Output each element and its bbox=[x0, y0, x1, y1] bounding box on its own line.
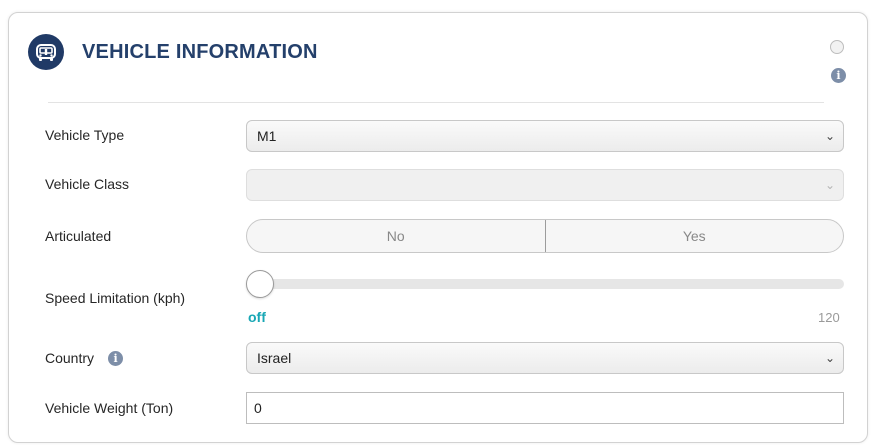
vehicle-icon bbox=[28, 34, 64, 70]
chevron-down-icon: ⌄ bbox=[824, 178, 835, 192]
speed-limitation-slider-thumb[interactable] bbox=[246, 270, 274, 298]
country-label-row: Country i bbox=[45, 350, 124, 366]
panel-radio-button[interactable] bbox=[830, 40, 844, 54]
articulated-toggle[interactable]: No Yes bbox=[246, 219, 844, 253]
articulated-label: Articulated bbox=[45, 228, 112, 244]
country-label: Country bbox=[45, 350, 95, 366]
vehicle-weight-input[interactable]: 0 bbox=[246, 392, 844, 424]
header-divider bbox=[48, 102, 824, 103]
articulated-option-yes[interactable]: Yes bbox=[546, 220, 844, 252]
vehicle-type-label: Vehicle Type bbox=[45, 127, 125, 143]
speed-limitation-value: off bbox=[248, 309, 266, 325]
info-icon[interactable]: i bbox=[108, 350, 124, 366]
panel-header: VEHICLE INFORMATION bbox=[28, 32, 318, 72]
country-value: Israel bbox=[257, 350, 292, 366]
vehicle-weight-label: Vehicle Weight (Ton) bbox=[45, 400, 174, 416]
speed-limitation-max: 120 bbox=[818, 310, 840, 325]
speed-limitation-label: Speed Limitation (kph) bbox=[45, 290, 186, 306]
vehicle-type-value: M1 bbox=[257, 128, 277, 144]
articulated-option-no[interactable]: No bbox=[247, 220, 546, 252]
chevron-down-icon: ⌄ bbox=[824, 351, 835, 365]
chevron-down-icon: ⌄ bbox=[824, 129, 835, 143]
info-icon[interactable]: i bbox=[831, 68, 846, 83]
vehicle-type-select[interactable]: M1 ⌄ bbox=[246, 120, 844, 152]
vehicle-class-select[interactable]: ⌄ bbox=[246, 169, 844, 201]
vehicle-class-label: Vehicle Class bbox=[45, 176, 130, 192]
page-title: VEHICLE INFORMATION bbox=[82, 40, 318, 63]
speed-limitation-slider-track[interactable] bbox=[250, 279, 844, 289]
country-select[interactable]: Israel ⌄ bbox=[246, 342, 844, 374]
